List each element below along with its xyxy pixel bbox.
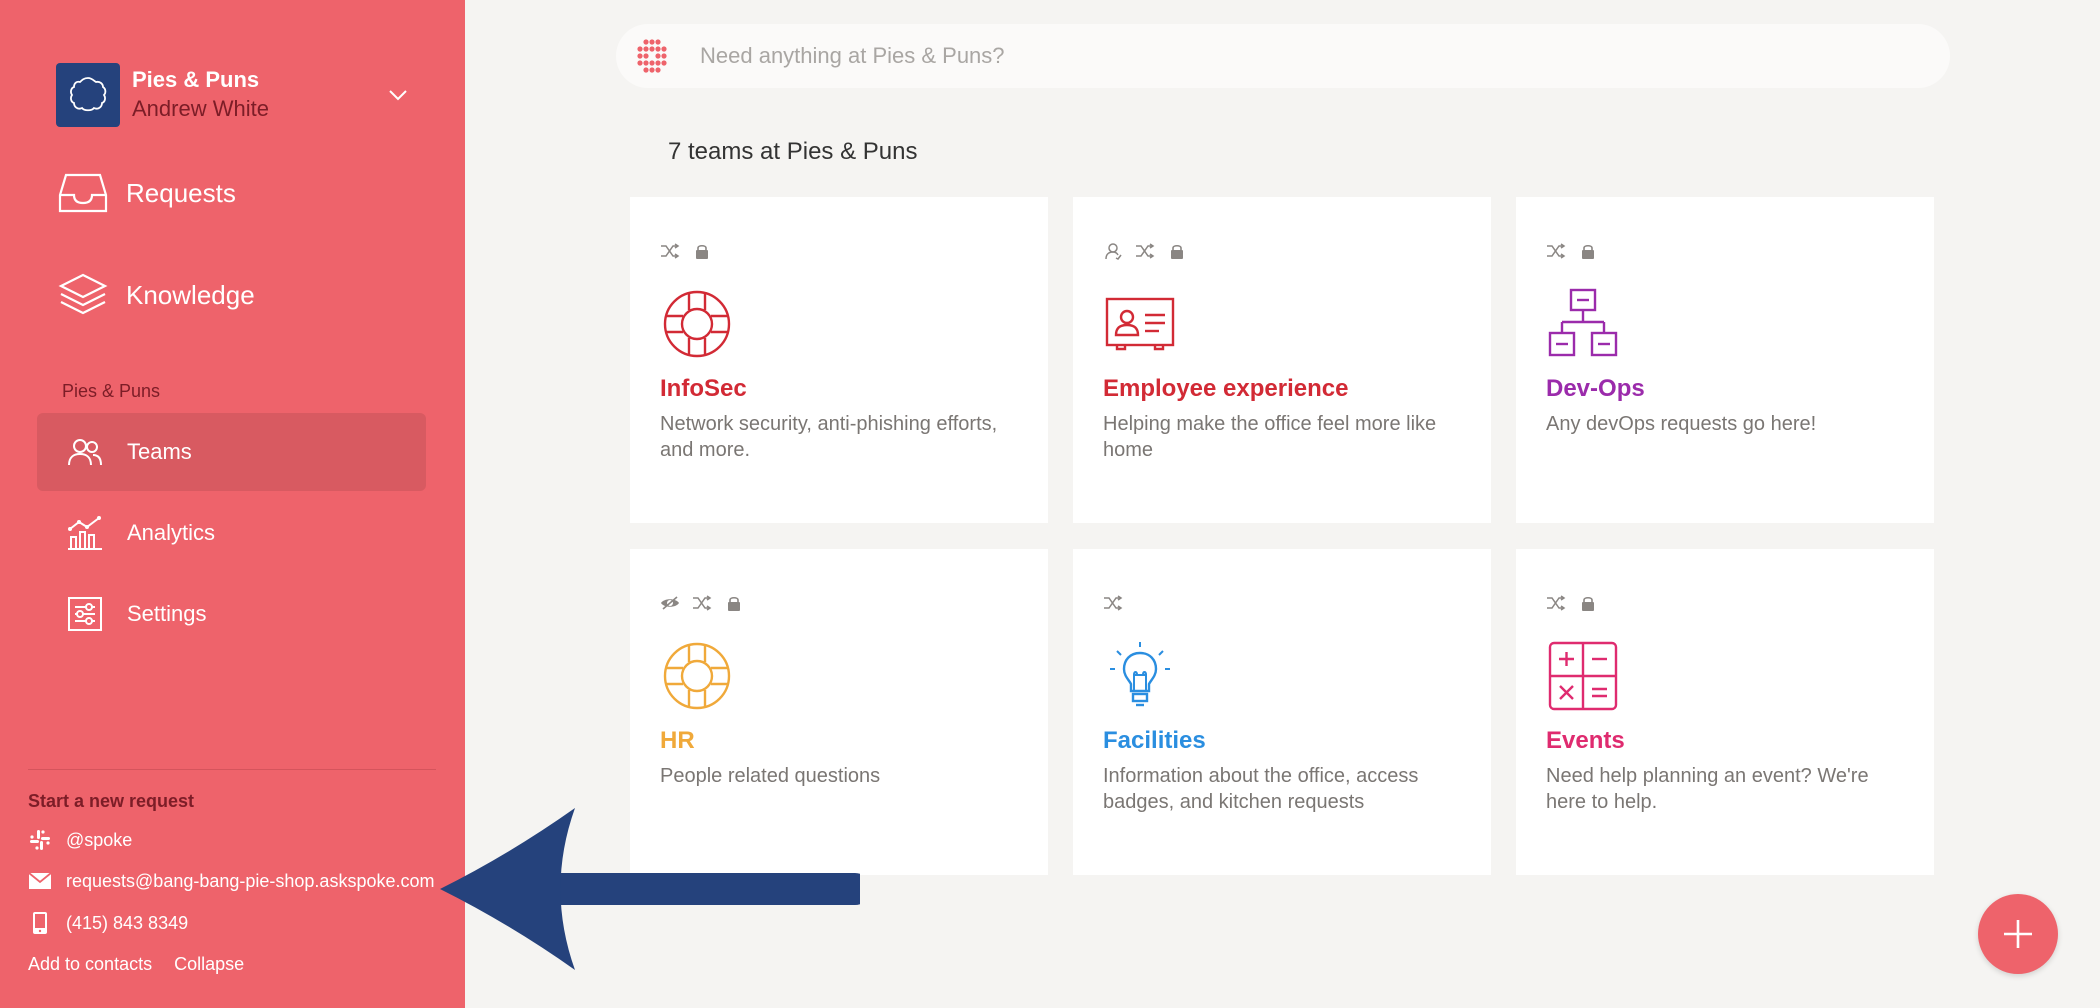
- lock-icon: [1578, 241, 1598, 261]
- add-button[interactable]: [1978, 894, 2058, 974]
- add-to-contacts-link[interactable]: Add to contacts: [28, 954, 152, 975]
- shuffle-icon: [1546, 241, 1566, 261]
- team-description: Any devOps requests go here!: [1546, 413, 1817, 435]
- lock-icon: [1167, 241, 1187, 261]
- nav-analytics[interactable]: Analytics: [37, 494, 426, 572]
- start-request-title: Start a new request: [28, 791, 195, 811]
- nav-requests[interactable]: Requests: [56, 163, 416, 223]
- layers-icon: [56, 268, 110, 322]
- team-name: InfoSec: [660, 375, 747, 402]
- spoke-logo-icon: [630, 34, 674, 78]
- nav-settings-label: Settings: [127, 601, 207, 626]
- shuffle-icon: [1135, 241, 1155, 261]
- settings-sliders-icon: [65, 594, 105, 634]
- sidebar-divider: [28, 769, 436, 770]
- nav-settings[interactable]: Settings: [37, 575, 426, 653]
- calculator-icon: [1546, 639, 1620, 713]
- email-contact[interactable]: requests@bang-bang-pie-shop.askspoke.com: [28, 866, 438, 896]
- org-chart-icon: [1546, 287, 1620, 361]
- mail-icon: [28, 869, 52, 893]
- shuffle-icon: [660, 241, 680, 261]
- team-description: People related questions: [660, 765, 881, 787]
- team-description: Need help planning an event? We're here …: [1546, 765, 1869, 813]
- lock-icon: [1578, 593, 1598, 613]
- team-card-employee-experience[interactable]: Employee experience Helping make the off…: [1073, 197, 1491, 523]
- team-name: Dev-Ops: [1546, 375, 1645, 402]
- annotation-arrow-icon: [440, 808, 860, 970]
- inbox-icon: [56, 166, 110, 220]
- nav-analytics-label: Analytics: [127, 520, 216, 545]
- user-name: Andrew White: [132, 96, 269, 121]
- team-description: Helping make the office feel more like h…: [1103, 413, 1437, 461]
- nav-requests-label: Requests: [126, 177, 236, 208]
- nav-teams-label: Teams: [127, 439, 192, 464]
- team-name: Employee experience: [1103, 375, 1349, 402]
- search-input[interactable]: [700, 43, 1800, 69]
- nav-knowledge[interactable]: Knowledge: [56, 265, 416, 325]
- lock-icon: [692, 241, 712, 261]
- section-title: Pies & Puns: [62, 381, 161, 401]
- team-card-events[interactable]: Events Need help planning an event? We'r…: [1516, 549, 1934, 875]
- analytics-icon: [65, 513, 105, 553]
- slack-contact[interactable]: @spoke: [28, 825, 438, 855]
- team-description: Network security, anti-phishing efforts,…: [660, 413, 998, 461]
- team-name: Facilities: [1103, 727, 1206, 754]
- shuffle-icon: [692, 593, 712, 613]
- lock-icon: [724, 593, 744, 613]
- lifebuoy-icon: [660, 639, 734, 713]
- team-card-dev-ops[interactable]: Dev-Ops Any devOps requests go here!: [1516, 197, 1934, 523]
- nav-teams[interactable]: Teams: [37, 413, 426, 491]
- shuffle-icon: [1546, 593, 1566, 613]
- slack-handle: @spoke: [66, 829, 133, 850]
- workspace-name: Pies & Puns: [132, 67, 260, 92]
- collapse-link[interactable]: Collapse: [174, 954, 244, 975]
- slack-icon: [28, 828, 52, 852]
- search-bar[interactable]: [616, 24, 1950, 88]
- workspace-logo: [56, 63, 120, 127]
- phone-icon: [28, 911, 52, 935]
- team-card-facilities[interactable]: Facilities Information about the office,…: [1073, 549, 1491, 875]
- users-icon: [65, 432, 105, 472]
- person-icon: [1103, 241, 1123, 261]
- lightbulb-icon: [1103, 639, 1177, 713]
- cloud-logo-icon: [70, 77, 107, 112]
- team-name: HR: [660, 727, 695, 754]
- teams-heading: 7 teams at Pies & Puns: [668, 138, 918, 165]
- chevron-down-icon[interactable]: [386, 83, 410, 107]
- nav-knowledge-label: Knowledge: [126, 279, 255, 310]
- shuffle-icon: [1103, 593, 1123, 613]
- team-name: Events: [1546, 727, 1625, 754]
- team-description: Information about the office, access bad…: [1103, 765, 1419, 813]
- team-card-infosec[interactable]: InfoSec Network security, anti-phishing …: [630, 197, 1048, 523]
- phone-contact[interactable]: (415) 843 8349: [28, 908, 438, 938]
- email-address: requests@bang-bang-pie-shop.askspoke.com: [66, 870, 435, 891]
- id-card-icon: [1103, 287, 1177, 361]
- lifebuoy-icon: [660, 287, 734, 361]
- eye-off-icon: [660, 593, 680, 613]
- workspace-switcher[interactable]: Pies & Puns Andrew White: [56, 62, 410, 128]
- sidebar: Pies & Puns Andrew White Requests Knowle…: [0, 0, 465, 1008]
- phone-number: (415) 843 8349: [66, 912, 189, 933]
- plus-icon: [2004, 920, 2032, 948]
